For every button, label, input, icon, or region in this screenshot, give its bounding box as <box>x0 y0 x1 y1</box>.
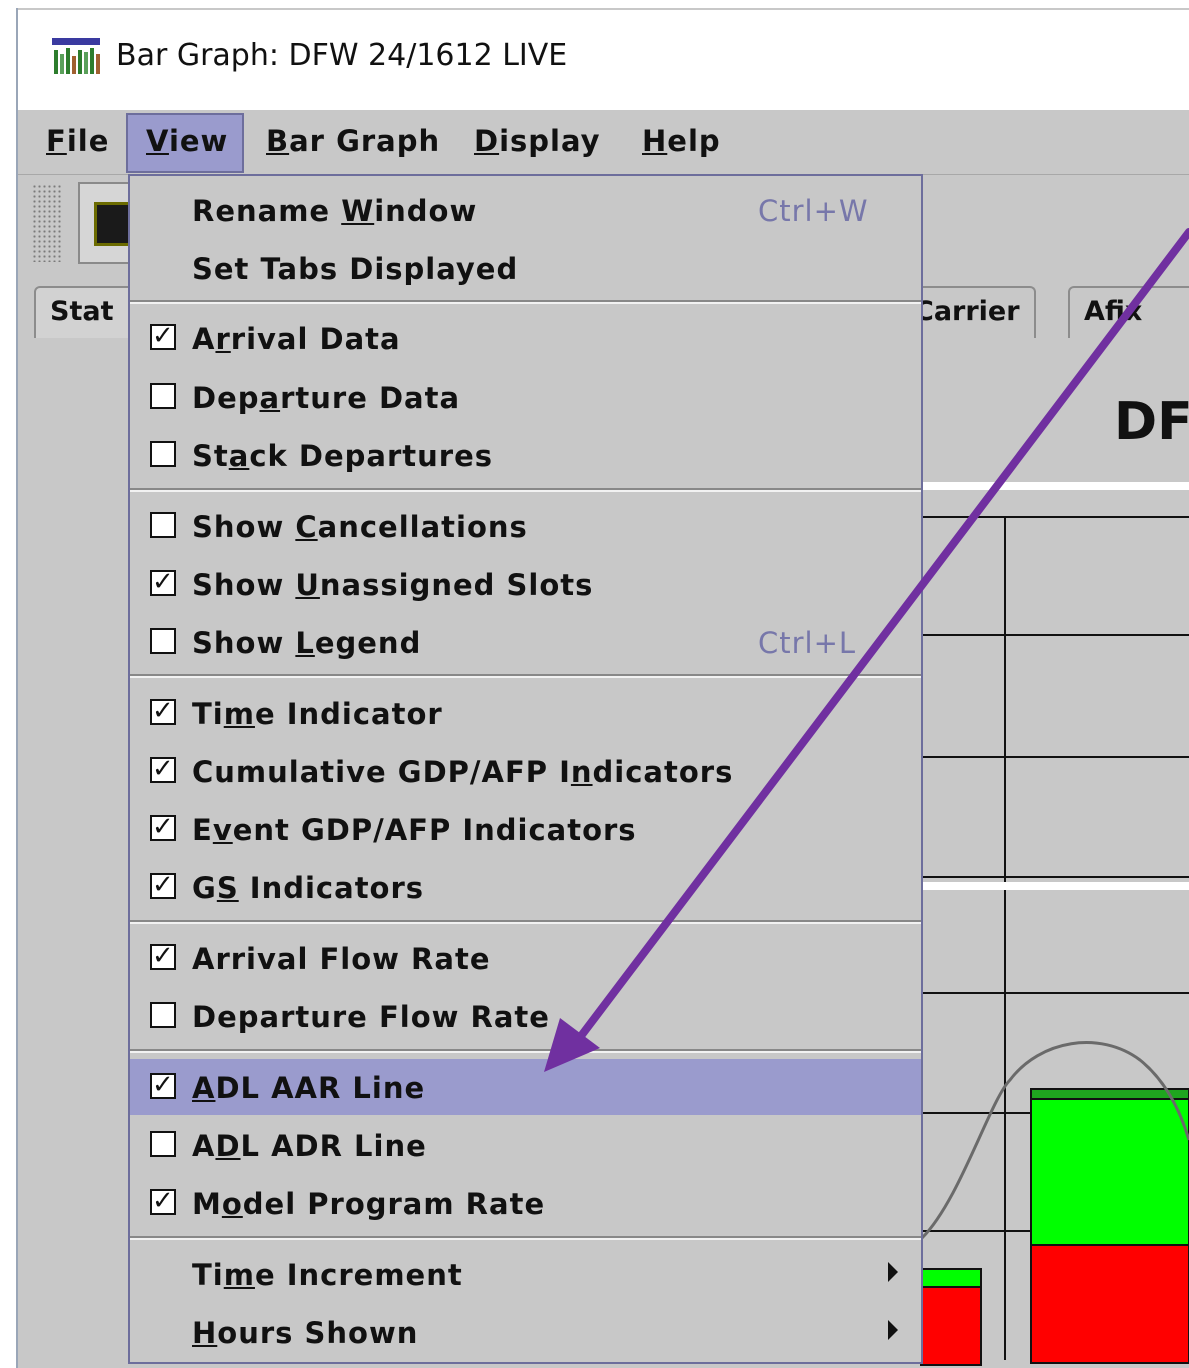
checkbox-unchecked-icon <box>150 628 176 654</box>
menu-item-set-tabs-displayed[interactable]: Set Tabs Displayed <box>130 240 921 296</box>
menu-separator <box>130 920 921 924</box>
menu-item-show-cancellations[interactable]: Show Cancellations <box>130 498 921 554</box>
checkbox-checked-icon: ✓ <box>150 321 176 351</box>
checkbox-checked-icon: ✓ <box>150 754 176 784</box>
checkbox-checked-icon: ✓ <box>150 870 176 900</box>
checkbox-unchecked-icon <box>150 1131 176 1157</box>
menu-separator <box>130 300 921 304</box>
menu-item-show-legend[interactable]: Show Legend Ctrl+L <box>130 614 921 670</box>
checkbox-checked-icon: ✓ <box>150 941 176 971</box>
menu-item-adl-adr-line[interactable]: ADL ADR Line <box>130 1117 921 1173</box>
shortcut-label: Ctrl+W <box>758 194 869 228</box>
menu-separator <box>130 674 921 678</box>
menu-item-cumulative-gdp-afp-indicators[interactable]: ✓ Cumulative GDP/AFP Indicators <box>130 743 921 799</box>
menu-item-departure-flow-rate[interactable]: Departure Flow Rate <box>130 988 921 1044</box>
checkbox-unchecked-icon <box>150 1002 176 1028</box>
menu-item-show-unassigned-slots[interactable]: ✓ Show Unassigned Slots <box>130 556 921 612</box>
menu-item-time-indicator[interactable]: ✓ Time Indicator <box>130 685 921 741</box>
checkbox-checked-icon: ✓ <box>150 567 176 597</box>
menu-item-rename-window[interactable]: Rename Window Ctrl+W <box>130 182 921 238</box>
menu-item-adl-aar-line[interactable]: ✓ ADL AAR Line <box>130 1059 921 1115</box>
menu-item-gs-indicators[interactable]: ✓ GS Indicators <box>130 859 921 915</box>
checkbox-checked-icon: ✓ <box>150 812 176 842</box>
checkbox-checked-icon: ✓ <box>150 1070 176 1100</box>
menu-item-stack-departures[interactable]: Stack Departures <box>130 427 921 483</box>
menu-item-hours-shown[interactable]: Hours Shown <box>130 1304 921 1360</box>
menu-separator <box>130 488 921 492</box>
shortcut-label: Ctrl+L <box>758 626 857 660</box>
checkbox-unchecked-icon <box>150 383 176 409</box>
menu-separator <box>130 1049 921 1053</box>
submenu-arrow-icon <box>888 1262 898 1282</box>
menu-item-departure-data[interactable]: Departure Data <box>130 369 921 425</box>
checkbox-checked-icon: ✓ <box>150 1186 176 1216</box>
menu-item-arrival-flow-rate[interactable]: ✓ Arrival Flow Rate <box>130 930 921 986</box>
checkbox-checked-icon: ✓ <box>150 696 176 726</box>
menu-item-model-program-rate[interactable]: ✓ Model Program Rate <box>130 1175 921 1231</box>
menu-item-event-gdp-afp-indicators[interactable]: ✓ Event GDP/AFP Indicators <box>130 801 921 857</box>
menu-separator <box>130 1236 921 1240</box>
checkbox-unchecked-icon <box>150 512 176 538</box>
submenu-arrow-icon <box>888 1320 898 1340</box>
checkbox-unchecked-icon <box>150 441 176 467</box>
menu-item-arrival-data[interactable]: ✓ Arrival Data <box>130 310 921 366</box>
menu-item-time-increment[interactable]: Time Increment <box>130 1246 921 1302</box>
